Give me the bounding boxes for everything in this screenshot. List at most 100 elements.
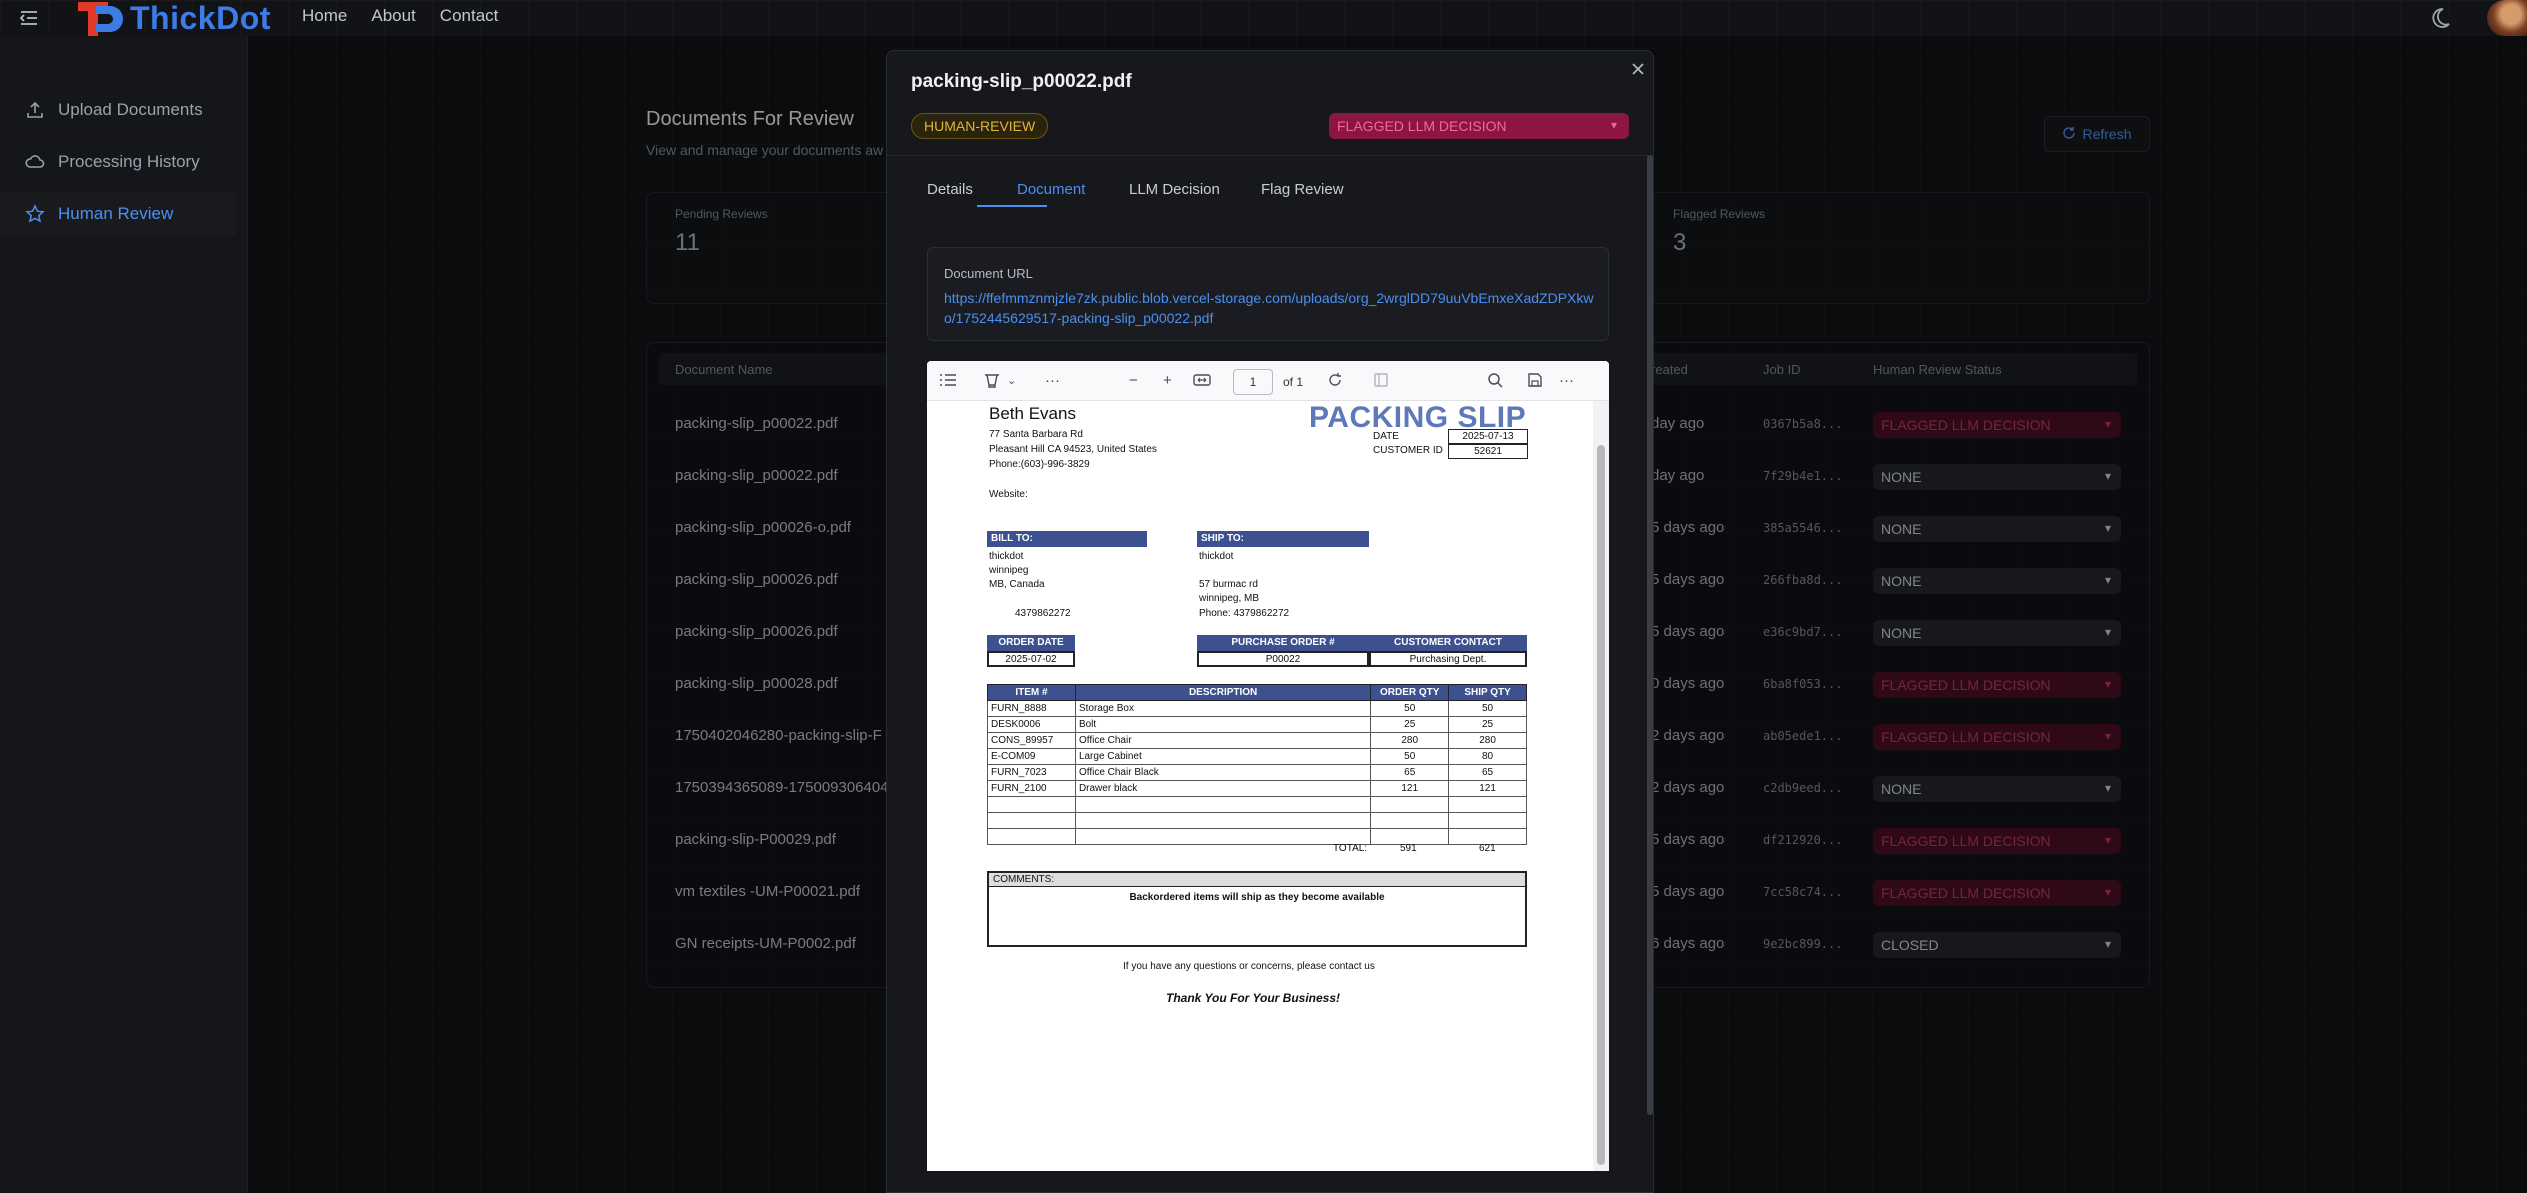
brand-logo[interactable]: ThickDot: [72, 0, 271, 36]
item-description: Large Cabinet: [1074, 748, 1372, 765]
highlight-icon[interactable]: [983, 372, 1001, 393]
item-description: [1074, 796, 1372, 813]
items-column-header: ORDER QTY: [1370, 684, 1450, 701]
slip-company: Beth Evans: [989, 404, 1076, 423]
cloud-icon: [24, 151, 46, 173]
order-date-header: ORDER DATE: [987, 635, 1075, 651]
decision-select[interactable]: FLAGGED LLM DECISION ▾: [1329, 113, 1629, 139]
ship-to-header: SHIP TO:: [1197, 531, 1369, 547]
nav-home[interactable]: Home: [302, 6, 347, 26]
page-view-icon[interactable]: [1373, 372, 1389, 393]
pdf-scroll-thumb[interactable]: [1597, 445, 1605, 1165]
item-ship-qty: [1448, 796, 1527, 813]
po-value: P00022: [1197, 651, 1369, 667]
items-column-header: DESCRIPTION: [1074, 684, 1372, 701]
item-number: DESK0006: [987, 716, 1076, 733]
active-tab-indicator: [977, 205, 1047, 207]
outline-icon[interactable]: [939, 372, 957, 393]
collapse-sidebar-icon[interactable]: [18, 8, 40, 28]
more-tools-icon[interactable]: ···: [1045, 372, 1060, 390]
item-ship-qty: 65: [1448, 764, 1527, 781]
search-icon[interactable]: [1487, 372, 1503, 393]
moon-icon[interactable]: [2428, 6, 2452, 30]
sidebar-item-human-review[interactable]: Human Review: [0, 192, 236, 236]
total-order-qty: 591: [1400, 843, 1417, 854]
slip-customer-id: 52621: [1448, 444, 1528, 459]
item-row: [987, 828, 1527, 845]
fit-width-icon[interactable]: [1193, 372, 1211, 393]
item-number: FURN_7023: [987, 764, 1076, 781]
slip-address-line: 77 Santa Barbara Rd: [989, 429, 1083, 440]
upload-icon: [24, 99, 46, 121]
item-description: [1074, 812, 1372, 829]
chevron-down-icon: ▾: [1610, 118, 1617, 132]
close-icon[interactable]: [1631, 61, 1647, 79]
ship-to-line: winnipeg, MB: [1199, 593, 1260, 604]
bill-to-line: 4379862272: [1015, 608, 1071, 619]
item-order-qty: 121: [1370, 780, 1450, 797]
item-number: [987, 796, 1076, 813]
item-row: DESK0006 Bolt 25 25: [987, 716, 1527, 733]
top-bar: ThickDot Home About Contact: [0, 0, 2527, 36]
item-description: Drawer black: [1074, 780, 1372, 797]
sidebar-item-label: Human Review: [58, 204, 174, 223]
item-number: [987, 828, 1076, 845]
chevron-down-icon[interactable]: ⌄: [1007, 372, 1016, 390]
item-ship-qty: 50: [1448, 700, 1527, 717]
sidebar-item-upload[interactable]: Upload Documents: [0, 88, 236, 132]
document-url-panel: Document URL https://ffefmmznmjzle7zk.pu…: [927, 247, 1609, 341]
item-row: [987, 812, 1527, 829]
sidebar-item-label: Upload Documents: [58, 100, 203, 119]
item-row: FURN_8888 Storage Box 50 50: [987, 700, 1527, 717]
more-options-icon[interactable]: ···: [1559, 372, 1574, 390]
items-column-header: ITEM #: [987, 684, 1076, 701]
item-row: E-COM09 Large Cabinet 50 80: [987, 748, 1527, 765]
page-number-input[interactable]: 1: [1233, 369, 1273, 395]
item-order-qty: 50: [1370, 700, 1450, 717]
item-ship-qty: 80: [1448, 748, 1527, 765]
ship-to-line: 57 burmac rd: [1199, 579, 1258, 590]
item-ship-qty: 25: [1448, 716, 1527, 733]
zoom-out-icon[interactable]: −: [1129, 372, 1138, 390]
comments-label: COMMENTS:: [989, 873, 1525, 887]
url-label: Document URL: [944, 266, 1033, 281]
modal-scrollbar[interactable]: [1647, 155, 1653, 1115]
rotate-icon[interactable]: [1327, 372, 1343, 393]
item-number: E-COM09: [987, 748, 1076, 765]
item-description: Storage Box: [1074, 700, 1372, 717]
item-order-qty: 280: [1370, 732, 1450, 749]
sidebar-item-label: Processing History: [58, 152, 200, 171]
pdf-scrollbar[interactable]: [1593, 401, 1609, 1171]
tab-details[interactable]: Details: [927, 181, 973, 198]
zoom-in-icon[interactable]: +: [1163, 372, 1172, 390]
bill-to-line: MB, Canada: [989, 579, 1045, 590]
save-icon[interactable]: [1527, 372, 1543, 393]
avatar[interactable]: [2487, 0, 2527, 36]
bill-to-line: thickdot: [989, 551, 1024, 562]
star-icon: [24, 203, 46, 225]
sidebar-item-history[interactable]: Processing History: [0, 140, 236, 184]
item-row: FURN_7023 Office Chair Black 65 65: [987, 764, 1527, 781]
comments-text: Backordered items will ship as they beco…: [1129, 892, 1385, 903]
review-status-badge: HUMAN-REVIEW: [911, 113, 1049, 139]
packing-slip-page: PACKING SLIP Beth Evans 77 Santa Barbara…: [927, 401, 1593, 1171]
tab-llm-decision[interactable]: LLM Decision: [1129, 181, 1220, 198]
item-description: Office Chair: [1074, 732, 1372, 749]
item-number: FURN_8888: [987, 700, 1076, 717]
slip-customer-id-label: CUSTOMER ID: [1373, 445, 1443, 456]
tab-flag-review[interactable]: Flag Review: [1261, 181, 1344, 198]
item-description: [1074, 828, 1372, 845]
sidebar: Upload Documents Processing History Huma…: [0, 36, 248, 1193]
nav-contact[interactable]: Contact: [440, 6, 499, 26]
tab-document[interactable]: Document: [1017, 181, 1085, 198]
items-table: ITEM # DESCRIPTION ORDER QTY SHIP QTY FU…: [987, 684, 1527, 845]
document-url-link[interactable]: https://ffefmmznmjzle7zk.public.blob.ver…: [944, 288, 1594, 328]
pdf-viewer: ⌄ ··· − + 1 of 1 ··· PACKING SLIP Beth E…: [927, 361, 1609, 1171]
item-row: FURN_2100 Drawer black 121 121: [987, 780, 1527, 797]
nav-about[interactable]: About: [371, 6, 415, 26]
po-header: PURCHASE ORDER #: [1197, 635, 1369, 651]
comments-box: COMMENTS: Backordered items will ship as…: [987, 871, 1527, 947]
contact-note: If you have any questions or concerns, p…: [1123, 961, 1375, 972]
item-ship-qty: 280: [1448, 732, 1527, 749]
item-ship-qty: 121: [1448, 780, 1527, 797]
